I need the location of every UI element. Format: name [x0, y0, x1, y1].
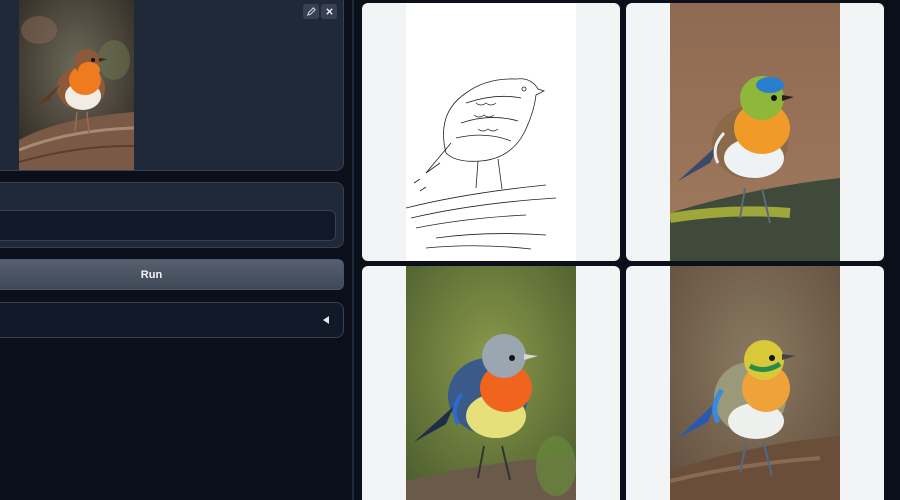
controls-column: Run — [0, 0, 352, 500]
prompt-input[interactable] — [0, 210, 336, 241]
close-icon — [325, 8, 333, 15]
prompt-panel — [0, 182, 344, 248]
gallery-item-edge-map[interactable] — [362, 3, 620, 261]
input-image-panel[interactable] — [0, 0, 344, 171]
pencil-icon — [306, 7, 316, 16]
gallery-item-generated-2[interactable] — [362, 266, 620, 500]
image-controls — [303, 4, 337, 19]
generated-bird-image — [406, 266, 576, 500]
gallery-scroll-gutter — [890, 0, 900, 500]
edit-image-button[interactable] — [303, 4, 319, 19]
run-button-label: Run — [140, 268, 163, 281]
output-gallery — [352, 0, 893, 500]
gallery-item-generated-1[interactable] — [626, 3, 884, 261]
advanced-options-accordion[interactable] — [0, 302, 344, 338]
run-button[interactable]: Run — [0, 259, 344, 290]
gallery-item-generated-3[interactable] — [626, 266, 884, 500]
generated-bird-image — [670, 3, 840, 261]
robin-photo — [19, 0, 134, 170]
clear-image-button[interactable] — [321, 4, 337, 19]
triangle-left-icon[interactable] — [321, 315, 331, 325]
generated-bird-image — [670, 266, 840, 500]
input-image — [19, 0, 134, 170]
edge-map-image — [406, 3, 576, 261]
